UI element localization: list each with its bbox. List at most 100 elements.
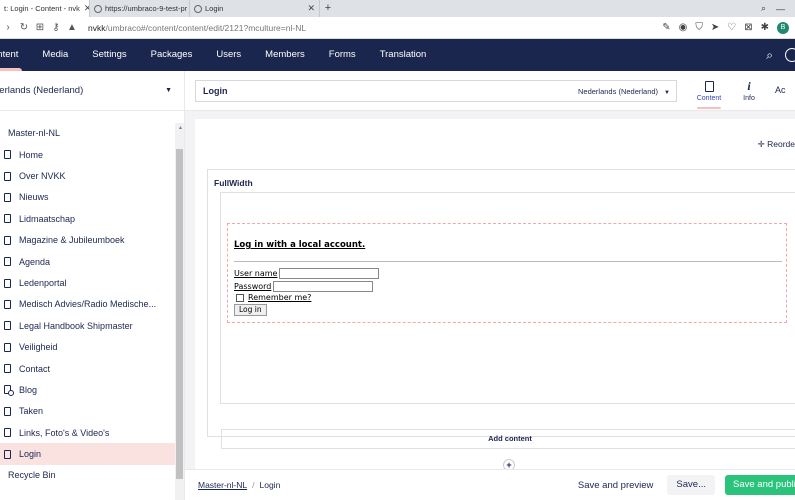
editor-footer: Master-nl-NL / Login Save and preview Save…	[185, 469, 795, 500]
password-input[interactable]	[273, 281, 374, 292]
minimize-icon[interactable]: —	[776, 4, 785, 14]
content-tree-sidebar: derlands (Nederland) ▼ ▲ Master-nl-NL Ho…	[0, 71, 185, 500]
info-icon: i	[747, 79, 751, 93]
divider	[234, 261, 782, 262]
tree-item-legal-handbook[interactable]: Legal Handbook Shipmaster	[0, 315, 175, 336]
breadcrumb-root-link[interactable]: Master-nl-NL	[198, 480, 247, 490]
document-icon	[689, 77, 729, 95]
tree-item-login[interactable]: Login	[0, 443, 175, 465]
tab-title: Login	[205, 4, 224, 13]
language-selector[interactable]: derlands (Nederland) ▼	[0, 71, 184, 111]
nav-packages[interactable]: Packages	[139, 39, 205, 71]
login-macro-preview[interactable]: Log in with a local account. User name P…	[227, 223, 787, 323]
tree-item-label: Links, Foto's & Video's	[19, 427, 110, 438]
app-actions-button[interactable]: Ac	[775, 85, 795, 117]
tree-item-links-fotos-videos[interactable]: Links, Foto's & Video's	[0, 422, 175, 443]
warning-icon[interactable]: ▲	[64, 22, 80, 33]
extension-icon[interactable]: ✱	[761, 22, 769, 33]
save-button[interactable]: Save...	[667, 475, 715, 495]
document-link-icon	[4, 385, 14, 397]
plus-move-icon: ✛	[757, 139, 768, 149]
section-title: FullWidth	[214, 178, 253, 188]
tab-title: https://umbraco-9-test-pr	[105, 4, 188, 13]
username-input[interactable]	[279, 268, 380, 279]
tree-item-magazine[interactable]: Magazine & Jubileumboek	[0, 230, 175, 251]
remember-checkbox[interactable]	[236, 293, 244, 302]
app-info-button[interactable]: i Info	[729, 77, 769, 109]
grid-icon[interactable]: ⊞	[32, 22, 48, 33]
tree-root-master[interactable]: Master-nl-NL	[0, 123, 184, 144]
url-host: nvkk	[88, 22, 106, 33]
tree-item-medisch-advies[interactable]: Medisch Advies/Radio Medische...	[0, 294, 175, 315]
tree-item-taken[interactable]: Taken	[0, 401, 175, 422]
browser-tab-bar: t: Login - Content - nvk ✕ https://umbra…	[0, 0, 795, 17]
browser-tab-umbraco-test[interactable]: https://umbraco-9-test-pr ✕	[90, 0, 190, 17]
send-icon[interactable]: ➤	[711, 22, 719, 33]
url-field[interactable]: nvkk/umbraco#/content/content/edit/2121?…	[88, 23, 306, 33]
reload-icon[interactable]: ↻	[16, 22, 32, 33]
document-icon	[4, 364, 11, 374]
nav-translation[interactable]: Translation	[368, 39, 439, 71]
nav-members[interactable]: Members	[253, 39, 317, 71]
document-icon	[4, 406, 11, 416]
nav-content[interactable]: ontent	[0, 39, 30, 71]
browser-tab-login[interactable]: Login ✕	[190, 0, 320, 17]
tree-item-label: Login	[19, 449, 42, 460]
search-icon[interactable]: ⌕	[766, 48, 773, 63]
tree-item-contact[interactable]: Contact	[0, 358, 175, 379]
nav-users[interactable]: Users	[204, 39, 253, 71]
tree-item-home[interactable]: Home	[0, 144, 175, 165]
tree-item-blog[interactable]: Blog	[0, 379, 175, 400]
save-and-preview-button[interactable]: Save and preview	[574, 480, 658, 491]
tree-item-ledenportal[interactable]: Ledenportal	[0, 272, 175, 293]
document-icon	[4, 449, 11, 459]
fullwidth-section: FullWidth Log in with a local account. U…	[207, 169, 795, 449]
tree-item-veiligheid[interactable]: Veiligheid	[0, 337, 175, 358]
document-icon	[4, 214, 11, 224]
nav-forms[interactable]: Forms	[317, 39, 368, 71]
culture-switcher[interactable]: Nederlands (Nederland) ▼	[578, 87, 676, 96]
language-label: derlands (Nederland)	[0, 85, 84, 96]
save-and-publish-button[interactable]: Save and publis	[725, 475, 795, 495]
tree-item-nieuws[interactable]: Nieuws	[0, 187, 175, 208]
grid-editor-panel: ✛ Reorde FullWidth Log in with a local a…	[195, 119, 795, 471]
document-icon	[4, 257, 11, 267]
remember-row: Remember me?	[234, 293, 313, 302]
tree-item-lidmaatschap[interactable]: Lidmaatschap	[0, 208, 175, 229]
caret-down-icon: ▼	[165, 87, 172, 94]
login-button[interactable]: Log in	[234, 304, 267, 316]
document-icon	[4, 278, 11, 288]
scroll-thumb[interactable]	[176, 149, 183, 479]
app-content-button[interactable]: Content	[689, 77, 729, 109]
profile-badge-icon[interactable]: B	[777, 21, 789, 34]
heart-icon[interactable]: ♡	[727, 22, 736, 33]
tree-item-label: Blog	[19, 384, 38, 395]
close-tab-icon[interactable]: ✕	[303, 3, 315, 14]
tree-item-recycle-bin[interactable]: Recycle Bin	[0, 465, 184, 486]
tree-item-over-nvkk[interactable]: Over NVKK	[0, 165, 175, 186]
shield-icon[interactable]: ⛉	[695, 22, 703, 33]
new-tab-plus-icon[interactable]: +	[320, 0, 336, 17]
tree-item-label: Veiligheid	[19, 342, 58, 353]
tree-item-label: Lidmaatschap	[19, 213, 76, 224]
edit-icon[interactable]: ✎	[662, 22, 670, 33]
close-tab-icon[interactable]: ✕	[80, 3, 89, 14]
nav-media[interactable]: Media	[30, 39, 80, 71]
help-icon[interactable]	[785, 48, 795, 62]
caret-down-icon: ▼	[664, 89, 670, 96]
browser-tab-login-content[interactable]: t: Login - Content - nvk ✕	[0, 0, 90, 17]
key-icon[interactable]: ⚷	[48, 22, 64, 33]
bookmark-icon[interactable]: ⊠	[744, 22, 752, 33]
nav-settings[interactable]: Settings	[80, 39, 138, 71]
camera-icon[interactable]: ◉	[679, 22, 688, 33]
add-content-button[interactable]: Add content	[221, 429, 795, 449]
search-tabs-icon[interactable]: ⌕	[761, 3, 766, 14]
node-name-input[interactable]: Login Nederlands (Nederland) ▼	[195, 80, 677, 102]
document-icon	[4, 235, 11, 245]
tree-scrollbar[interactable]: ▲	[175, 123, 184, 500]
reorder-button[interactable]: ✛ Reorde	[758, 139, 795, 150]
tree-item-agenda[interactable]: Agenda	[0, 251, 175, 272]
forward-icon[interactable]: ›	[0, 22, 16, 33]
tree-item-label: Ledenportal	[19, 278, 67, 289]
scroll-up-arrow-icon[interactable]: ▲	[178, 125, 183, 131]
